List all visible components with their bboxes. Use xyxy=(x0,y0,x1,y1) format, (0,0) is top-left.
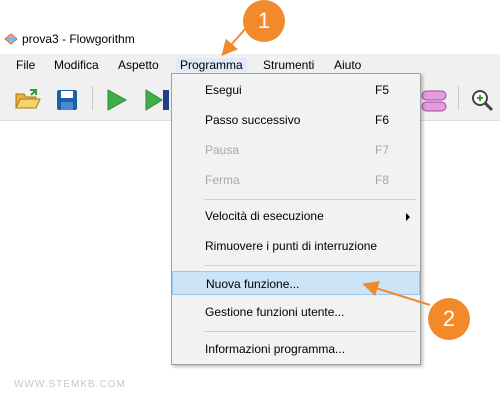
watermark: WWW.STEMKB.COM xyxy=(14,379,126,390)
arrow-2 xyxy=(362,280,431,306)
annotation-badge-2: 2 xyxy=(428,298,470,340)
annotation-badge-1: 1 xyxy=(243,0,285,42)
annotation-arrows xyxy=(221,27,431,306)
arrow-1 xyxy=(221,27,247,57)
